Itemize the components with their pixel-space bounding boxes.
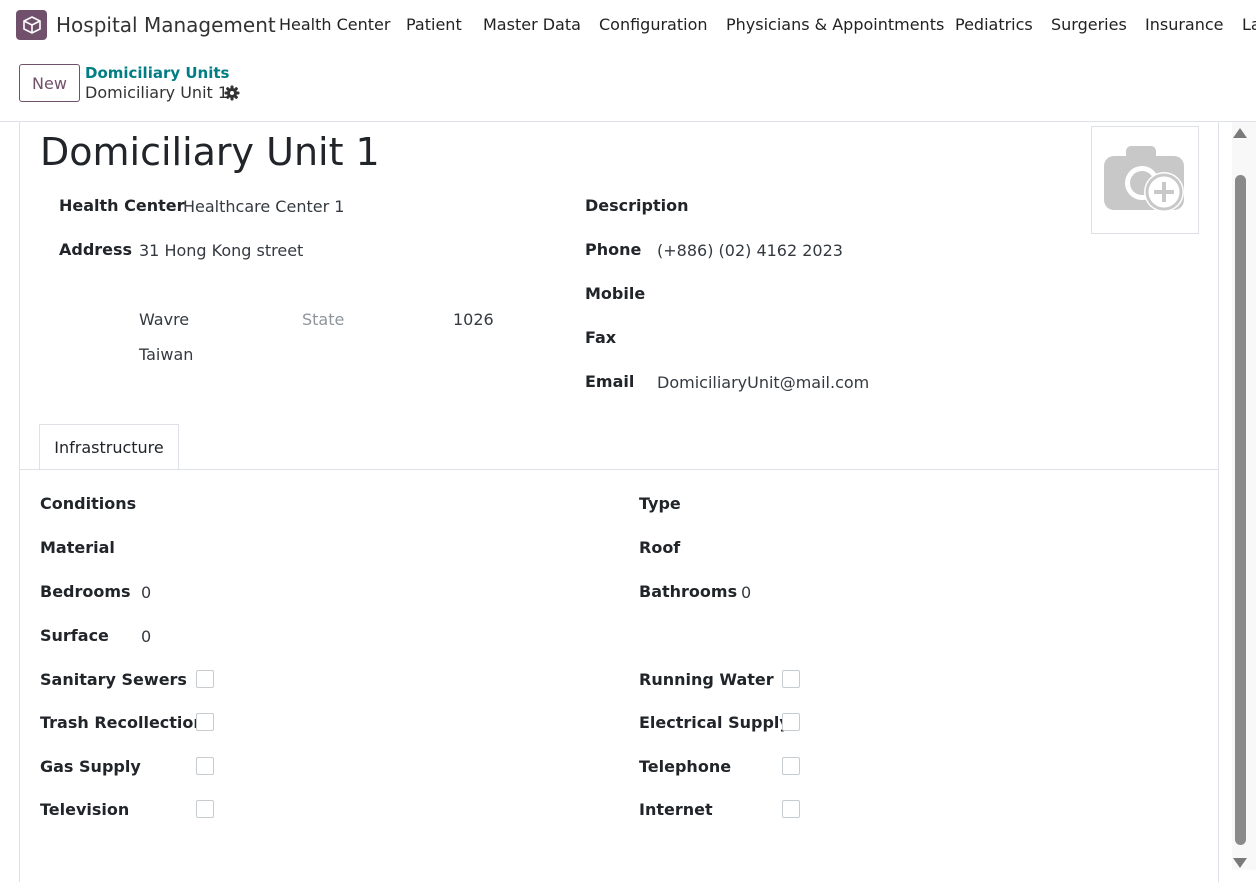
zip-field[interactable]: 1026 [453,310,494,329]
app-name[interactable]: Hospital Management [56,13,276,37]
bathrooms-label: Bathrooms [639,582,738,601]
menu-insurance[interactable]: Insurance [1145,15,1224,34]
menu-surgeries[interactable]: Surgeries [1051,15,1127,34]
type-label: Type [639,494,681,513]
menu-pediatrics[interactable]: Pediatrics [955,15,1033,34]
phone-field[interactable]: (+886) (02) 4162 2023 [657,241,843,260]
tab-infrastructure[interactable]: Infrastructure [39,424,179,470]
image-upload[interactable] [1091,126,1199,234]
app-cube-icon[interactable] [16,10,47,40]
description-label: Description [585,196,689,215]
state-field[interactable]: State [302,310,344,329]
bedrooms-label: Bedrooms [40,582,131,601]
scroll-down-arrow-icon[interactable] [1233,858,1247,868]
new-button[interactable]: New [19,64,80,102]
tab-divider [20,469,1218,470]
bathrooms-field[interactable]: 0 [741,583,751,602]
breadcrumb-current: Domiciliary Unit 1 [85,83,229,102]
telephone-checkbox[interactable] [782,757,800,775]
television-label: Television [40,800,130,819]
bedrooms-field[interactable]: 0 [141,583,151,602]
email-label: Email [585,372,635,391]
menu-lab[interactable]: La [1242,15,1256,34]
menu-physicians-appointments[interactable]: Physicians & Appointments [726,15,944,34]
internet-checkbox[interactable] [782,800,800,818]
scrollbar-thumb[interactable] [1235,175,1246,845]
running-water-checkbox[interactable] [782,670,800,688]
television-checkbox[interactable] [196,800,214,818]
surface-field[interactable]: 0 [141,627,151,646]
menu-health-center[interactable]: Health Center [279,15,390,34]
email-field[interactable]: DomiciliaryUnit@mail.com [657,373,869,392]
roof-label: Roof [639,538,681,557]
electrical-supply-checkbox[interactable] [782,713,800,731]
gas-supply-checkbox[interactable] [196,757,214,775]
surface-label: Surface [40,626,109,645]
city-field[interactable]: Wavre [139,310,189,329]
menu-patient[interactable]: Patient [406,15,462,34]
menu-master-data[interactable]: Master Data [483,15,581,34]
conditions-label: Conditions [40,494,137,513]
menu-configuration[interactable]: Configuration [599,15,708,34]
telephone-label: Telephone [639,757,732,776]
gas-supply-label: Gas Supply [40,757,141,776]
health-center-label: Health Center [59,196,185,215]
street-field[interactable]: 31 Hong Kong street [139,241,303,260]
country-field[interactable]: Taiwan [139,345,193,364]
trash-recollection-checkbox[interactable] [196,713,214,731]
breadcrumb-parent-link[interactable]: Domiciliary Units [85,64,229,82]
scroll-up-arrow-icon[interactable] [1233,128,1247,138]
control-panel: New Domiciliary Units Domiciliary Unit 1 [0,50,1256,122]
internet-label: Internet [639,800,713,819]
running-water-label: Running Water [639,670,774,689]
trash-recollection-label: Trash Recollection [40,713,205,732]
mobile-label: Mobile [585,284,646,303]
sanitary-sewers-label: Sanitary Sewers [40,670,187,689]
top-navbar: Hospital Management Health Center Patien… [0,0,1256,50]
material-label: Material [40,538,115,557]
fax-label: Fax [585,328,617,347]
sanitary-sewers-checkbox[interactable] [196,670,214,688]
camera-add-icon [1104,146,1184,212]
gear-icon[interactable] [224,85,240,101]
electrical-supply-label: Electrical Supply [639,713,790,732]
record-title[interactable]: Domiciliary Unit 1 [40,130,380,174]
address-label: Address [59,240,133,259]
health-center-field[interactable]: Healthcare Center 1 [183,197,344,216]
phone-label: Phone [585,240,642,259]
